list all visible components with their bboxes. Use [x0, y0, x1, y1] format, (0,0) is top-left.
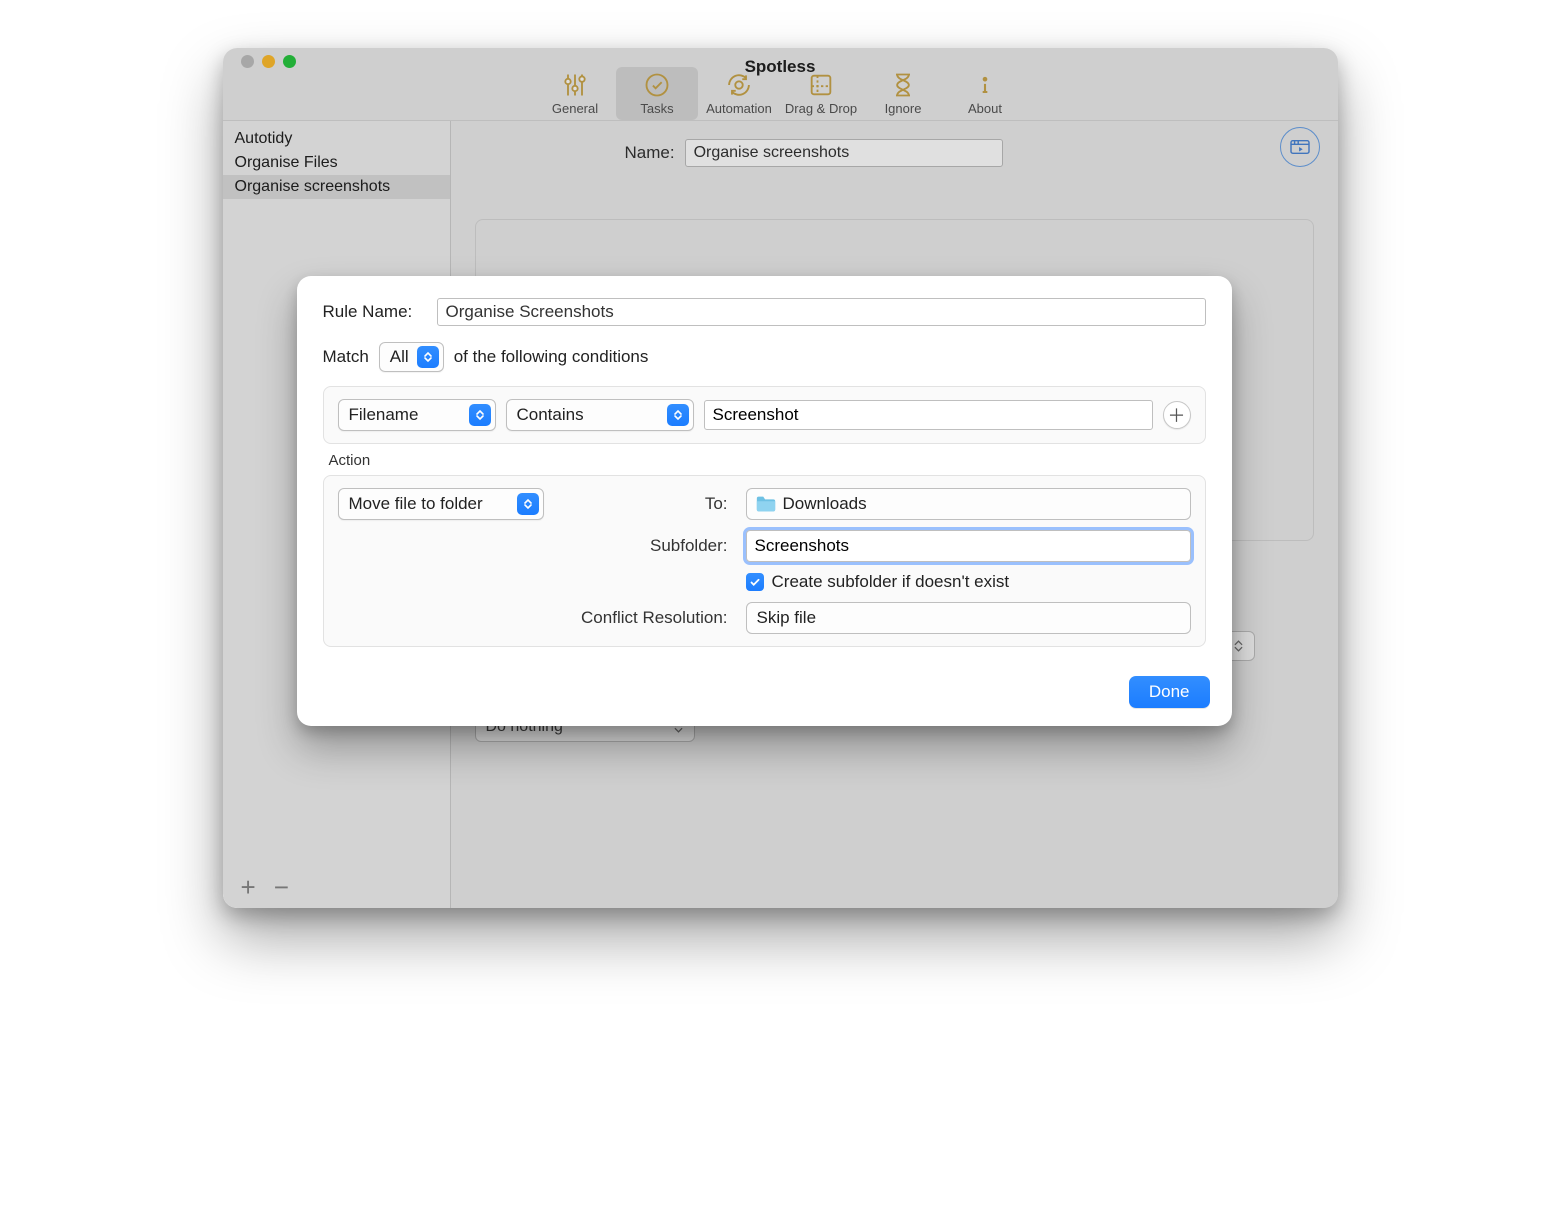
- condition-attribute-value: Filename: [349, 405, 461, 425]
- conflict-resolution-select[interactable]: Skip file: [746, 602, 1191, 634]
- action-heading: Action: [329, 452, 1206, 469]
- conflict-resolution-label: Conflict Resolution:: [552, 608, 732, 628]
- create-subfolder-label: Create subfolder if doesn't exist: [772, 572, 1010, 592]
- updown-icon: [517, 493, 539, 515]
- create-subfolder-checkbox[interactable]: [746, 573, 764, 591]
- action-row: Move file to folder To: Downloads: [323, 475, 1206, 647]
- check-icon: [749, 576, 761, 588]
- condition-operator-select[interactable]: Contains: [506, 399, 694, 431]
- match-scope-select[interactable]: All: [379, 342, 444, 372]
- match-prefix-label: Match: [323, 347, 369, 367]
- action-verb-select[interactable]: Move file to folder: [338, 488, 544, 520]
- condition-value-field[interactable]: [704, 400, 1153, 430]
- destination-folder-select[interactable]: Downloads: [746, 488, 1191, 520]
- updown-icon: [667, 404, 689, 426]
- rule-editor-sheet: Rule Name: Match All of the following co…: [297, 276, 1232, 726]
- condition-attribute-select[interactable]: Filename: [338, 399, 496, 431]
- condition-operator-value: Contains: [517, 405, 659, 425]
- rule-name-field[interactable]: [437, 298, 1206, 326]
- condition-row: Filename Contains ＋: [323, 386, 1206, 444]
- done-button[interactable]: Done: [1129, 676, 1210, 708]
- updown-icon: [469, 404, 491, 426]
- conflict-resolution-value: Skip file: [757, 608, 1186, 628]
- match-scope-value: All: [390, 347, 409, 367]
- to-label: To:: [552, 494, 732, 514]
- subfolder-field[interactable]: [746, 530, 1191, 562]
- add-condition-button[interactable]: ＋: [1163, 401, 1191, 429]
- updown-icon: [417, 346, 439, 368]
- action-verb-value: Move file to folder: [349, 494, 509, 514]
- rule-name-label: Rule Name:: [323, 302, 423, 322]
- match-suffix-label: of the following conditions: [454, 347, 649, 367]
- folder-icon: [755, 494, 777, 514]
- destination-folder-value: Downloads: [783, 494, 1186, 514]
- subfolder-label: Subfolder:: [552, 536, 732, 556]
- preferences-window: Spotless General Tasks Automation Drag: [223, 48, 1338, 908]
